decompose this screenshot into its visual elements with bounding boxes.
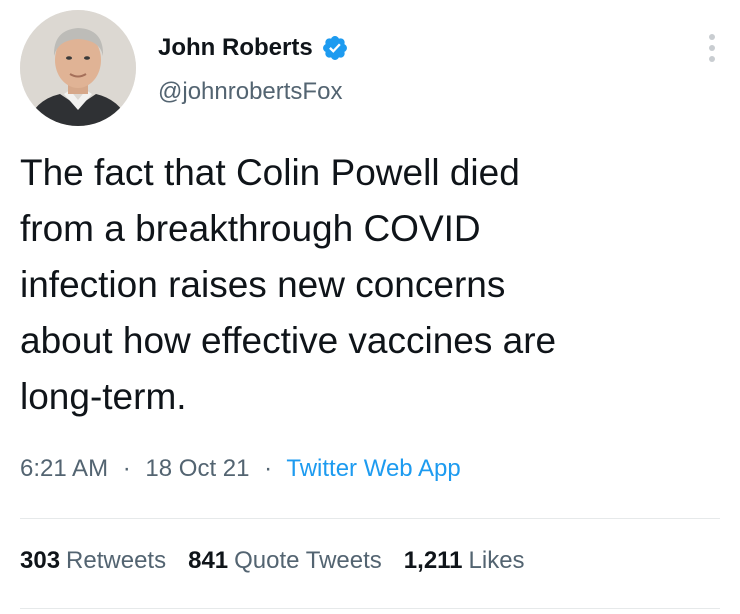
- divider: [20, 608, 720, 609]
- retweets-label: Retweets: [66, 547, 167, 574]
- author-display-name[interactable]: John Roberts: [158, 34, 313, 62]
- tweet-date[interactable]: 18 Oct 21: [145, 455, 249, 482]
- author-name-row: John Roberts: [158, 30, 349, 66]
- avatar[interactable]: [20, 10, 136, 126]
- tweet-card: John Roberts @johnrobertsFox The fact th…: [0, 0, 740, 614]
- meta-separator: ·: [122, 455, 131, 482]
- divider: [20, 518, 720, 519]
- retweets-stat[interactable]: 303 Retweets: [20, 547, 166, 575]
- author-handle[interactable]: @johnrobertsFox: [158, 78, 342, 106]
- tweet-meta: 6:21 AM · 18 Oct 21 · Twitter Web App: [20, 455, 461, 483]
- quote-tweets-count: 841: [188, 547, 229, 574]
- quote-tweets-label: Quote Tweets: [234, 547, 382, 574]
- tweet-source[interactable]: Twitter Web App: [286, 455, 460, 482]
- meta-separator: ·: [264, 455, 273, 482]
- quote-tweets-stat[interactable]: 841 Quote Tweets: [188, 547, 382, 575]
- likes-stat[interactable]: 1,211 Likes: [404, 547, 525, 575]
- likes-count: 1,211: [403, 547, 463, 574]
- likes-label: Likes: [468, 547, 525, 574]
- retweets-count: 303: [20, 547, 61, 574]
- engagement-stats: 303 Retweets 841 Quote Tweets 1,211 Likes: [20, 547, 547, 575]
- tweet-text: The fact that Colin Powell died from a b…: [20, 152, 557, 417]
- verified-badge-icon: [321, 34, 349, 62]
- more-options-icon[interactable]: [700, 28, 724, 68]
- tweet-time[interactable]: 6:21 AM: [20, 455, 108, 482]
- avatar-image: [20, 10, 136, 126]
